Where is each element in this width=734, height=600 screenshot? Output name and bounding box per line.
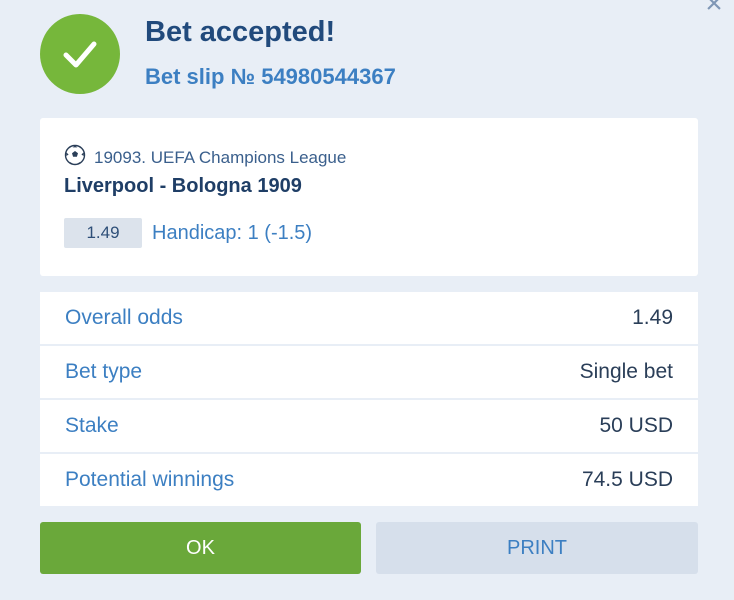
football-icon	[64, 144, 86, 171]
summary-value: 74.5 USD	[581, 468, 673, 491]
summary-row-stake: Stake 50 USD	[40, 400, 698, 452]
match-name: Liverpool - Bologna 1909	[64, 175, 302, 197]
summary-label: Bet type	[65, 360, 143, 383]
summary-label: Stake	[65, 414, 119, 437]
close-icon[interactable]: ×	[700, 0, 728, 19]
selection-row: 1.49 Handicap: 1 (-1.5)	[64, 218, 312, 248]
summary-row-potential-winnings: Potential winnings 74.5 USD	[40, 454, 698, 506]
success-check-icon	[40, 14, 120, 94]
odds-badge: 1.49	[64, 218, 142, 248]
summary-value: Single bet	[579, 360, 673, 383]
summary-value: 50 USD	[599, 414, 673, 437]
dialog-title: Bet accepted!	[145, 16, 336, 48]
summary-row-bet-type: Bet type Single bet	[40, 346, 698, 398]
event-card: 19093. UEFA Champions League Liverpool -…	[40, 118, 698, 276]
summary-label: Potential winnings	[65, 468, 235, 491]
market-label: Handicap: 1 (-1.5)	[152, 221, 313, 244]
league-name: 19093. UEFA Champions League	[94, 147, 347, 167]
summary-label: Overall odds	[65, 306, 183, 329]
summary-value: 1.49	[632, 306, 673, 329]
print-button[interactable]: PRINT	[376, 522, 698, 574]
league-line: 19093. UEFA Champions League	[64, 144, 346, 171]
ok-button[interactable]: OK	[40, 522, 361, 574]
bet-summary: Overall odds 1.49 Bet type Single bet St…	[40, 292, 698, 508]
bet-accepted-dialog: × Bet accepted! Bet slip № 54980544367 1…	[0, 0, 734, 600]
bet-slip-number: Bet slip № 54980544367	[145, 64, 396, 89]
summary-row-overall-odds: Overall odds 1.49	[40, 292, 698, 344]
